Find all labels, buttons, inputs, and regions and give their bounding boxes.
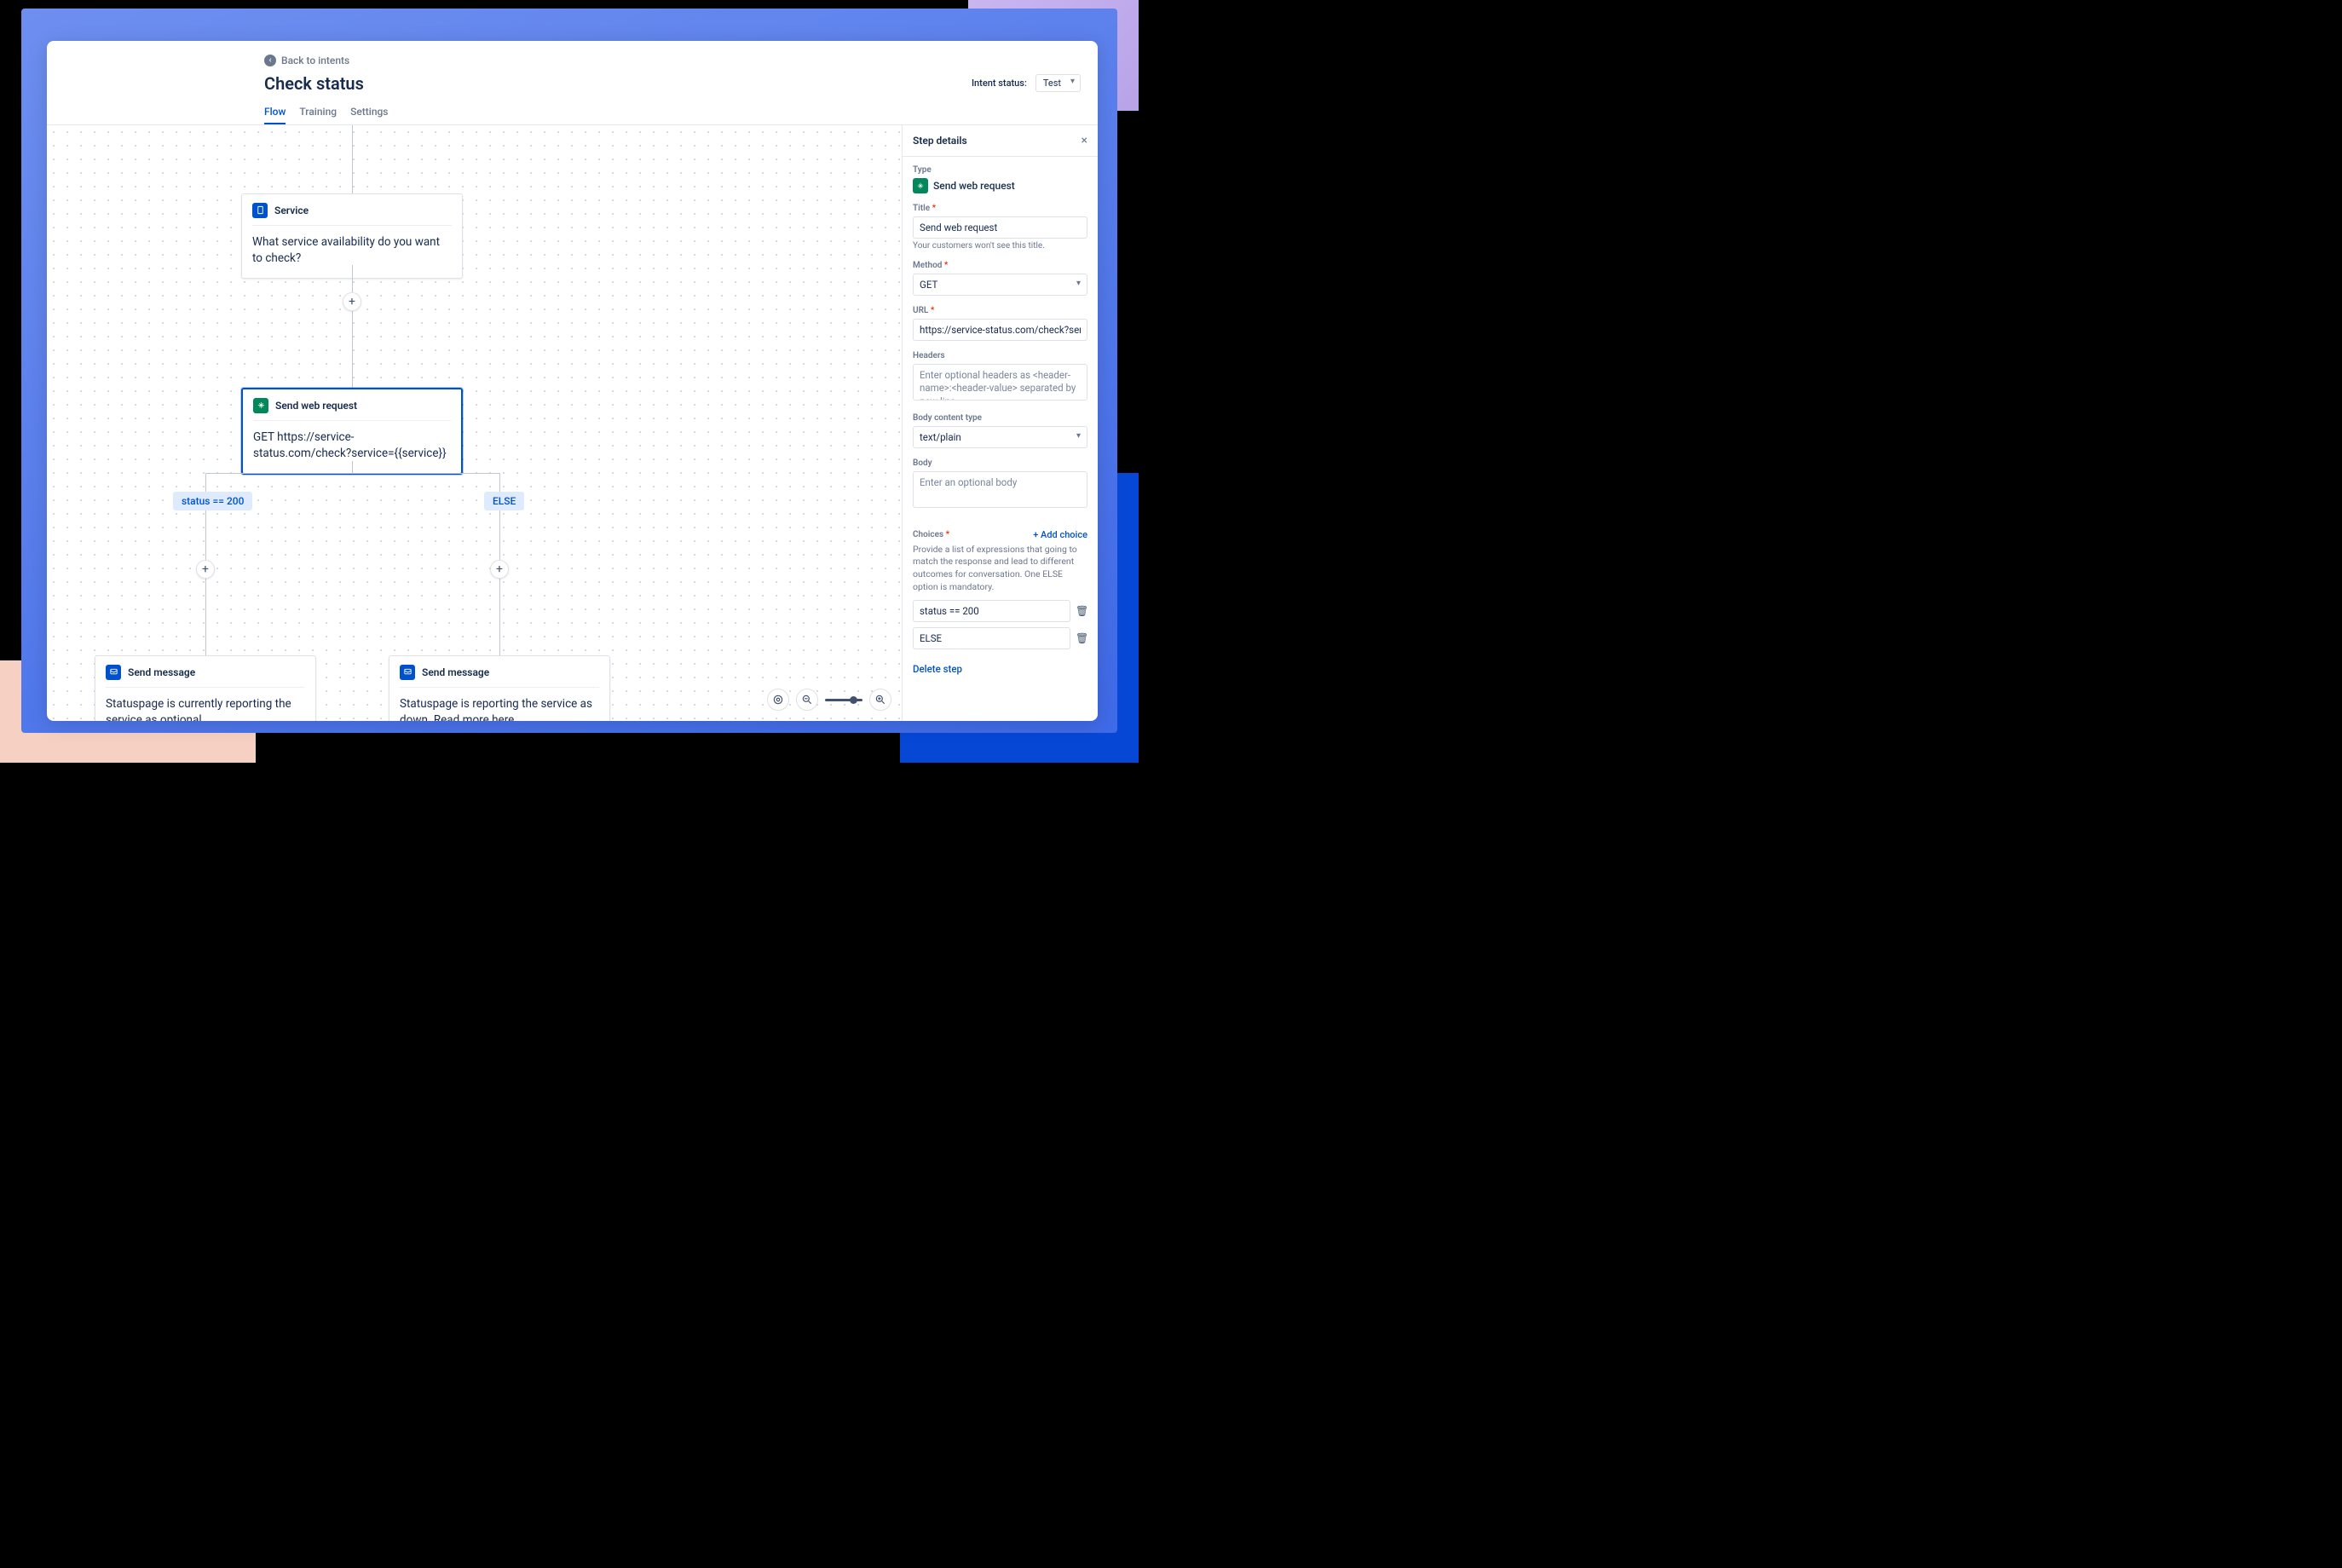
branch-else[interactable]: ELSE	[484, 492, 524, 510]
web-request-icon	[913, 178, 928, 193]
send-message-right-node[interactable]: Send message Statuspage is reporting the…	[389, 655, 610, 722]
web-request-icon	[253, 398, 268, 413]
type-label: Type	[913, 165, 1087, 175]
step-details-panel: Step details × Type Send web request Tit…	[902, 125, 1098, 722]
tabs: Flow Training Settings	[264, 106, 1081, 124]
title-field-label: Title	[913, 204, 1087, 213]
type-value: Send web request	[933, 180, 1015, 192]
choices-label: Choices	[913, 530, 949, 539]
back-to-intents-link[interactable]: ‹ Back to intents	[264, 55, 349, 66]
body-label: Body	[913, 458, 1087, 468]
add-step-button-1[interactable]: +	[343, 292, 361, 311]
delete-step-link[interactable]: Delete step	[913, 663, 962, 675]
back-arrow-icon: ‹	[264, 55, 276, 66]
delete-choice-icon[interactable]: 🗑	[1076, 632, 1087, 644]
intent-status-label: Intent status:	[972, 78, 1027, 89]
branch-status-200[interactable]: status == 200	[173, 492, 252, 510]
zoom-slider[interactable]	[825, 699, 862, 701]
msg-right-body: Statuspage is reporting the service as d…	[389, 688, 609, 722]
page-title: Check status	[264, 73, 364, 94]
tab-training[interactable]: Training	[299, 106, 337, 124]
msg-right-title: Send message	[422, 666, 489, 678]
headers-input[interactable]	[913, 364, 1087, 401]
send-message-left-node[interactable]: Send message Statuspage is currently rep…	[95, 655, 316, 722]
title-help: Your customers won't see this title.	[913, 241, 1087, 251]
choice-row: 🗑	[913, 600, 1087, 622]
method-label: Method	[913, 261, 1087, 270]
header: ‹ Back to intents Check status Intent st…	[47, 41, 1098, 125]
document-icon	[252, 203, 268, 218]
choice-row: 🗑	[913, 627, 1087, 649]
tab-flow[interactable]: Flow	[264, 106, 286, 124]
add-choice-button[interactable]: + Add choice	[1033, 529, 1087, 540]
zoom-controls	[767, 689, 891, 711]
add-step-button-left[interactable]: +	[196, 560, 215, 579]
back-label: Back to intents	[281, 55, 349, 66]
choice-input-1[interactable]	[913, 600, 1070, 622]
msg-left-body: Statuspage is currently reporting the se…	[95, 688, 315, 722]
panel-title: Step details	[913, 135, 967, 147]
bodytype-select[interactable]: text/plain	[913, 426, 1087, 448]
bodytype-label: Body content type	[913, 413, 1087, 423]
message-icon	[400, 665, 415, 680]
tab-settings[interactable]: Settings	[350, 106, 388, 124]
choice-input-2[interactable]	[913, 627, 1070, 649]
flow-canvas[interactable]: Service What service availability do you…	[47, 125, 902, 722]
url-label: URL	[913, 306, 1087, 315]
webreq-title: Send web request	[275, 400, 357, 412]
zoom-in-button[interactable]	[869, 689, 891, 711]
message-icon	[106, 665, 121, 680]
choices-description: Provide a list of expressions that going…	[913, 544, 1087, 594]
zoom-out-button[interactable]	[796, 689, 818, 711]
body-input[interactable]	[913, 471, 1087, 508]
headers-label: Headers	[913, 351, 1087, 360]
service-node-title: Service	[274, 205, 309, 216]
add-step-button-right[interactable]: +	[490, 560, 509, 579]
title-input[interactable]	[913, 216, 1087, 239]
msg-left-title: Send message	[128, 666, 195, 678]
center-canvas-button[interactable]	[767, 689, 789, 711]
delete-choice-icon[interactable]: 🗑	[1076, 605, 1087, 617]
app-window: ‹ Back to intents Check status Intent st…	[47, 41, 1098, 721]
intent-status-select[interactable]: Test	[1035, 74, 1081, 92]
url-input[interactable]	[913, 319, 1087, 341]
close-panel-button[interactable]: ×	[1082, 134, 1087, 147]
method-select[interactable]: GET	[913, 274, 1087, 296]
